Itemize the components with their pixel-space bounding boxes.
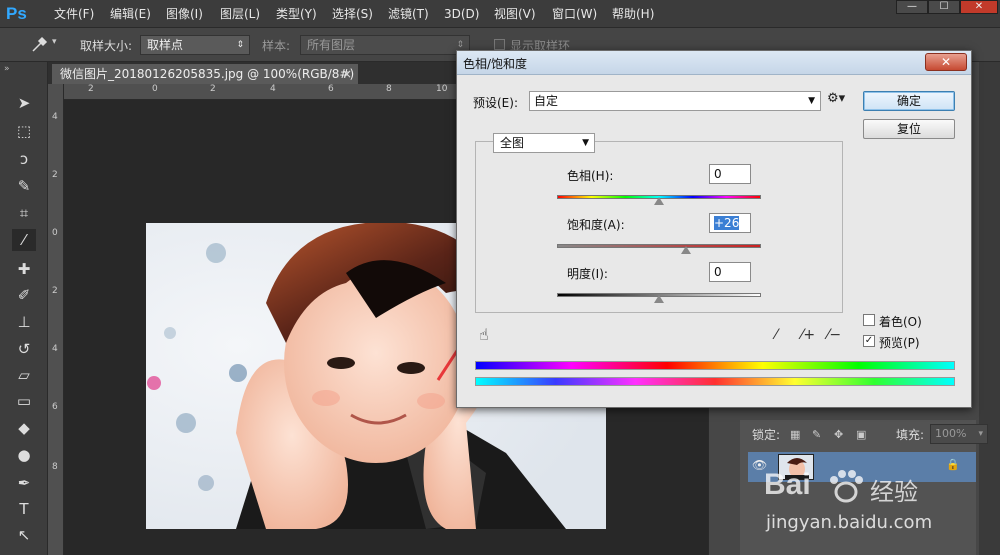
paw-logo bbox=[830, 470, 863, 503]
eyedropper-icon[interactable]: ⁄ bbox=[775, 327, 777, 343]
saturation-slider-thumb[interactable] bbox=[680, 246, 691, 254]
hand-adjust-icon[interactable]: ☝ bbox=[479, 325, 489, 344]
watermark-brand: Bai bbox=[764, 468, 811, 501]
saturation-input[interactable]: +26 bbox=[709, 213, 751, 233]
preview-label: 预览(P) bbox=[879, 336, 920, 350]
gear-icon[interactable]: ⚙▾ bbox=[827, 91, 845, 106]
eyedropper-minus-icon[interactable]: ⁄− bbox=[827, 327, 841, 343]
output-color-bar bbox=[475, 377, 955, 386]
chevron-down-icon: ▼ bbox=[808, 96, 815, 106]
eyedropper-plus-icon[interactable]: ⁄+ bbox=[801, 327, 815, 343]
preset-select[interactable]: 自定 ▼ bbox=[529, 91, 821, 111]
hue-value: 0 bbox=[714, 167, 722, 181]
baidu-watermark: Bai 经验 jingyan.baidu.com bbox=[758, 468, 988, 548]
preset-label: 预设(E): bbox=[473, 96, 518, 110]
channel-value: 全图 bbox=[500, 136, 525, 150]
preset-value: 自定 bbox=[534, 94, 559, 108]
hue-input[interactable]: 0 bbox=[709, 164, 751, 184]
chevron-down-icon: ▼ bbox=[582, 138, 589, 148]
preview-checkbox[interactable]: ✓ bbox=[863, 335, 875, 347]
channel-select[interactable]: 全图 ▼ bbox=[493, 133, 595, 153]
lightness-label: 明度(I): bbox=[567, 267, 608, 281]
reset-button[interactable]: 复位 bbox=[863, 119, 955, 139]
colorize-checkbox[interactable] bbox=[863, 314, 875, 326]
saturation-value: +26 bbox=[714, 216, 740, 230]
dialog-title-bar[interactable]: 色相/饱和度 ✕ bbox=[457, 51, 971, 75]
adjustment-group bbox=[475, 141, 843, 313]
watermark-brand-suffix: 经验 bbox=[870, 478, 918, 506]
lightness-slider-thumb[interactable] bbox=[654, 295, 664, 303]
hue-label: 色相(H): bbox=[567, 169, 614, 183]
dialog-close-button[interactable]: ✕ bbox=[925, 53, 967, 71]
saturation-slider-track[interactable] bbox=[557, 244, 761, 248]
hue-saturation-dialog: 色相/饱和度 ✕ 预设(E): 自定 ▼ ⚙▾ 确定 复位 全图 ▼ 色相(H)… bbox=[456, 50, 972, 408]
hue-slider-thumb[interactable] bbox=[654, 197, 664, 205]
lightness-input[interactable]: 0 bbox=[709, 262, 751, 282]
input-color-bar bbox=[475, 361, 955, 370]
dialog-title: 色相/饱和度 bbox=[463, 57, 528, 71]
colorize-label: 着色(O) bbox=[879, 315, 922, 329]
ok-button[interactable]: 确定 bbox=[863, 91, 955, 111]
lightness-value: 0 bbox=[714, 265, 722, 279]
saturation-label: 饱和度(A): bbox=[567, 218, 625, 232]
watermark-url: jingyan.baidu.com bbox=[766, 512, 933, 533]
